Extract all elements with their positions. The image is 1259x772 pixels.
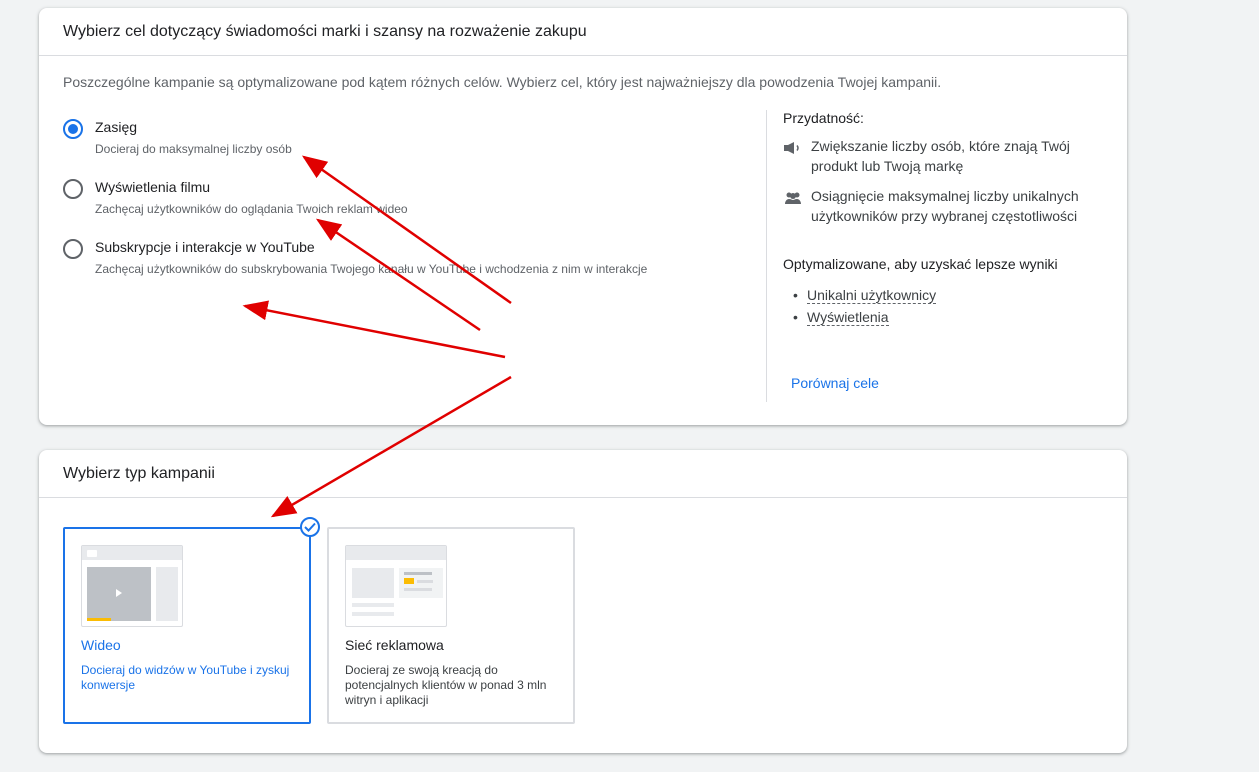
radio-button-checked[interactable] [63,119,83,139]
usefulness-heading: Przydatność: [783,110,864,126]
tile-desc: Docieraj ze swoją kreacją do potencjalny… [345,663,547,707]
goal-option-title: Wyświetlenia filmu [95,179,211,195]
goal-option-video-views[interactable]: Wyświetlenia filmu Zachęcaj użytkowników… [63,178,408,216]
goal-option-youtube-engagement[interactable]: Subskrypcje i interakcje w YouTube Zachę… [63,238,647,276]
optimized-heading: Optymalizowane, aby uzyskać lepsze wynik… [783,256,1058,272]
goal-option-title: Subskrypcje i interakcje w YouTube [95,239,315,255]
goal-option-reach[interactable]: Zasięg Docieraj do maksymalnej liczby os… [63,118,292,156]
campaign-tile-video[interactable]: Wideo Docieraj do widzów w YouTube i zys… [63,527,311,724]
tile-desc: Docieraj do widzów w YouTube i zyskuj ko… [81,663,290,692]
list-item: Unikalni użytkownicy [793,284,1113,306]
goal-option-desc: Zachęcaj użytkowników do oglądania Twoic… [95,202,408,216]
radio-button[interactable] [63,179,83,199]
goal-card-title: Wybierz cel dotyczący świadomości marki … [39,8,1127,56]
benefit-text: Osiągnięcie maksymalnej liczby unikalnyc… [811,188,1079,224]
goal-card: Wybierz cel dotyczący świadomości marki … [39,8,1127,425]
goal-option-title: Zasięg [95,119,138,135]
display-illustration [345,545,447,627]
benefit-item: Osiągnięcie maksymalnej liczby unikalnyc… [783,186,1113,226]
tile-title: Sieć reklamowa [345,637,444,653]
goal-intro-text: Poszczególne kampanie są optymalizowane … [63,74,942,90]
campaign-type-title: Wybierz typ kampanii [39,450,1127,498]
compare-goals-link[interactable]: Porównaj cele [791,375,879,391]
tile-title: Wideo [81,637,121,653]
list-item: Wyświetlenia [793,306,1113,328]
campaign-type-card: Wybierz typ kampanii Wideo Docieraj do w… [39,450,1127,753]
goal-side-panel: Przydatność: Zwiększanie liczby osób, kt… [783,110,1113,328]
tooltip-term[interactable]: Unikalni użytkownicy [807,287,937,304]
play-icon [116,589,122,597]
campaign-tile-display[interactable]: Sieć reklamowa Docieraj ze swoją kreacją… [327,527,575,724]
optimized-list: Unikalni użytkownicy Wyświetlenia [783,284,1113,328]
vertical-divider [766,110,767,402]
goal-option-desc: Zachęcaj użytkowników do subskrybowania … [95,262,648,276]
tooltip-term[interactable]: Wyświetlenia [807,309,889,326]
radio-button[interactable] [63,239,83,259]
check-circle-icon [300,517,320,537]
video-illustration [81,545,183,627]
benefit-item: Zwiększanie liczby osób, które znają Twó… [783,136,1113,176]
goal-option-desc: Docieraj do maksymalnej liczby osób [95,142,292,156]
megaphone-icon [783,136,803,176]
benefit-text: Zwiększanie liczby osób, które znają Twó… [811,138,1070,174]
people-group-icon [783,186,803,226]
